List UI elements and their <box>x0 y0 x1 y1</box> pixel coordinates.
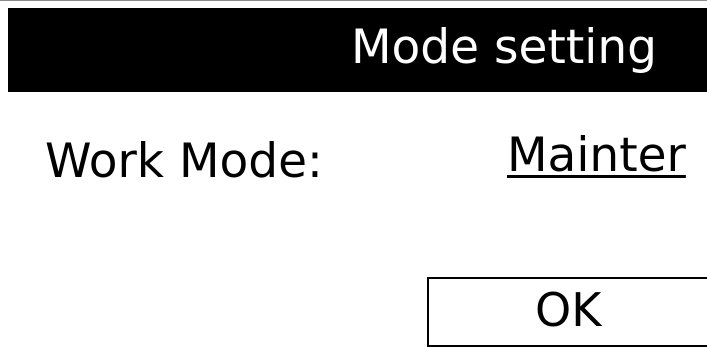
work-mode-selector[interactable]: Mainter <box>507 123 686 189</box>
dialog-title-bar: Mode setting <box>8 8 707 92</box>
work-mode-label: Work Mode: <box>45 134 323 189</box>
ok-button-label: OK <box>535 283 602 337</box>
dialog-title: Mode setting <box>351 20 657 75</box>
window-top-border <box>0 0 707 4</box>
ok-button[interactable]: OK <box>427 277 707 347</box>
